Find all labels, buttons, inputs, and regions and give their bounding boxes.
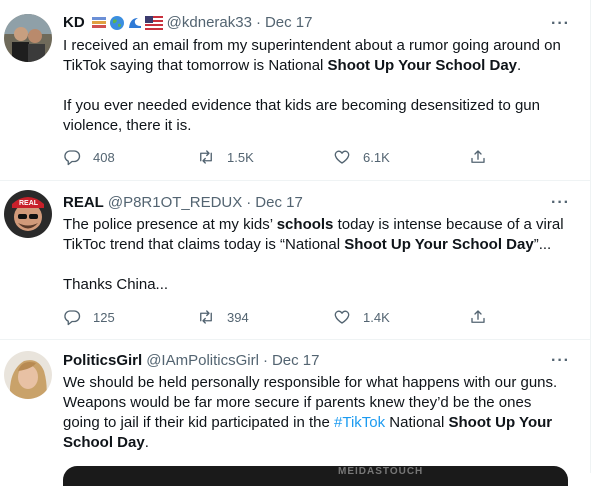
wave-emoji-icon <box>128 18 141 28</box>
retweet-count: 394 <box>227 309 249 325</box>
display-name[interactable]: PoliticsGirl <box>63 351 142 371</box>
text-line: I received an email from my superintende… <box>63 37 561 54</box>
text-line: National <box>385 414 449 431</box>
tweet-text: I received an email from my superintende… <box>63 36 568 136</box>
retweet-button[interactable]: 1.5K <box>197 148 254 166</box>
text-line: today is intense because of a viral <box>333 216 564 233</box>
like-button[interactable]: 1.4K <box>333 308 390 326</box>
highlighted-word: schools <box>276 216 334 233</box>
timestamp[interactable]: Dec 17 <box>272 351 320 371</box>
share-button[interactable] <box>469 308 487 326</box>
timeline-border <box>590 0 591 473</box>
tweet-header: KD @kdnerak33 · Dec 17 <box>63 13 312 33</box>
retweet-count: 1.5K <box>227 149 254 165</box>
like-button[interactable]: 6.1K <box>333 148 390 166</box>
avatar[interactable] <box>4 351 52 399</box>
text-line: If you ever needed evidence that kids ar… <box>63 97 540 114</box>
text-line: TikToc trend that claims today is “Natio… <box>63 236 345 253</box>
media-watermark: MEIDASTOUCH <box>338 466 424 477</box>
tweet-real[interactable]: REAL REAL @P8R1OT_REDUX · Dec 17 ··· The… <box>0 181 590 339</box>
reply-button[interactable]: 408 <box>63 148 115 166</box>
user-handle[interactable]: @IAmPoliticsGirl <box>146 351 259 371</box>
tweet-kd[interactable]: KD @kdnerak33 · Dec 17 ··· I received an… <box>0 0 590 180</box>
highlighted-phrase: Shoot Up Your School Day <box>327 57 518 74</box>
avatar[interactable]: REAL <box>4 190 52 238</box>
user-handle[interactable]: @kdnerak33 <box>167 13 252 33</box>
display-name[interactable]: REAL <box>63 193 104 213</box>
text-line: We should be held personally responsible… <box>63 374 558 391</box>
user-handle[interactable]: @P8R1OT_REDUX <box>108 193 242 213</box>
retweet-icon <box>200 150 212 164</box>
text-line: . <box>517 57 522 74</box>
highlighted-phrase: Shoot Up Your School Day <box>344 236 534 253</box>
reply-icon <box>64 150 81 166</box>
separator-dot: · <box>255 14 261 31</box>
hashtag-link[interactable]: #TikTok <box>334 414 385 431</box>
retweet-button[interactable]: 394 <box>197 308 249 326</box>
globe-emoji-icon <box>109 16 124 30</box>
us-flag-icon <box>144 16 163 30</box>
tweet-media-video[interactable]: MEIDASTOUCH <box>63 466 568 486</box>
separator-dot: · <box>262 352 268 369</box>
text-line: ”... <box>533 236 552 253</box>
avatar[interactable] <box>4 14 52 62</box>
share-icon <box>471 150 485 163</box>
reply-button[interactable]: 125 <box>63 308 115 326</box>
share-icon <box>471 310 485 323</box>
timestamp[interactable]: Dec 17 <box>255 193 303 213</box>
tweet-actions: 125 394 1.4K <box>63 308 503 328</box>
more-icon[interactable]: ··· <box>551 194 569 212</box>
more-icon[interactable]: ··· <box>551 352 569 370</box>
text-line: . <box>144 434 149 451</box>
timestamp[interactable]: Dec 17 <box>265 13 313 33</box>
tweet-text: We should be held personally responsible… <box>63 373 568 453</box>
reply-count: 408 <box>93 149 115 165</box>
books-emoji-icon <box>91 17 106 28</box>
svg-text:REAL: REAL <box>19 200 39 207</box>
reply-icon <box>64 310 81 326</box>
like-count: 1.4K <box>363 309 390 325</box>
highlighted-phrase: Shoot Up Your <box>448 414 553 431</box>
text-line: violence, there it is. <box>63 117 192 134</box>
text-line: TikTok saying that tomorrow is National <box>63 57 328 74</box>
tweet-header: REAL @P8R1OT_REDUX · Dec 17 <box>63 193 303 213</box>
like-icon <box>334 310 350 324</box>
tweet-header: PoliticsGirl @IAmPoliticsGirl · Dec 17 <box>63 351 319 371</box>
name-emojis <box>91 15 163 31</box>
like-count: 6.1K <box>363 149 390 165</box>
text-line: Weapons would be far more secure if pare… <box>63 394 532 411</box>
highlighted-phrase: School Day <box>63 434 145 451</box>
like-icon <box>334 150 350 164</box>
text-line: Thanks China... <box>63 276 169 293</box>
share-button[interactable] <box>469 148 487 166</box>
text-line: going to jail if their kid participated … <box>63 414 334 431</box>
reply-count: 125 <box>93 309 115 325</box>
separator-dot: · <box>246 194 252 211</box>
more-icon[interactable]: ··· <box>551 15 569 33</box>
tweet-actions: 408 1.5K 6.1K <box>63 148 503 168</box>
display-name[interactable]: KD <box>63 13 85 33</box>
text-line: The police presence at my kids’ <box>63 216 277 233</box>
tweet-text: The police presence at my kids’ schools … <box>63 215 568 295</box>
retweet-icon <box>200 310 212 324</box>
tweet-politicsgirl[interactable]: PoliticsGirl @IAmPoliticsGirl · Dec 17 ·… <box>0 340 590 473</box>
